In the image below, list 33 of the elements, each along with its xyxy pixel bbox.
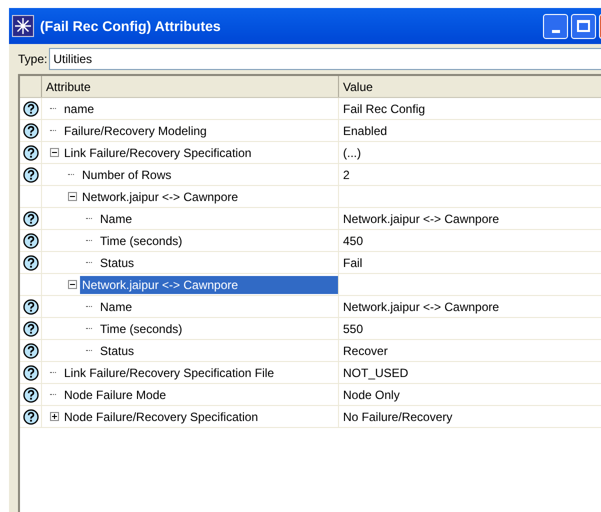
- attribute-label[interactable]: Network.jaipur <-> Cawnpore: [80, 276, 338, 294]
- value-text[interactable]: No Failure/Recovery: [343, 408, 452, 426]
- value-text[interactable]: Recover: [343, 342, 388, 360]
- type-field[interactable]: Utilities: [49, 48, 601, 70]
- value-text[interactable]: NOT_USED: [343, 364, 408, 382]
- attribute-label[interactable]: Status: [98, 254, 338, 272]
- value-text[interactable]: Node Only: [343, 386, 400, 404]
- column-header[interactable]: Value: [339, 76, 601, 97]
- value-text[interactable]: 550: [343, 320, 364, 338]
- attribute-label[interactable]: Node Failure/Recovery Specification: [62, 408, 338, 426]
- type-label: Type:: [18, 51, 48, 68]
- attribute-label[interactable]: Status: [98, 342, 338, 360]
- value-text[interactable]: Network.jaipur <-> Cawnpore: [343, 298, 500, 316]
- attribute-label[interactable]: name: [62, 100, 338, 118]
- value-text[interactable]: Enabled: [343, 122, 388, 140]
- column-header[interactable]: Attribute: [42, 76, 339, 97]
- attribute-label[interactable]: Node Failure Mode: [62, 386, 338, 404]
- value-text[interactable]: 2: [343, 166, 350, 184]
- attribute-label[interactable]: Network.jaipur <-> Cawnpore: [80, 188, 338, 206]
- window-title: (Fail Rec Config) Attributes: [40, 16, 222, 36]
- attribute-label[interactable]: Name: [98, 210, 338, 228]
- value-text[interactable]: 450: [343, 232, 364, 250]
- attribute-label[interactable]: Number of Rows: [80, 166, 338, 184]
- value-text[interactable]: (...): [343, 144, 361, 162]
- attribute-label[interactable]: Name: [98, 298, 338, 316]
- value-text[interactable]: Network.jaipur <-> Cawnpore: [343, 210, 500, 228]
- value-text[interactable]: Fail: [343, 254, 362, 272]
- attribute-label[interactable]: Time (seconds): [98, 232, 338, 250]
- attribute-label[interactable]: Time (seconds): [98, 320, 338, 338]
- value-text[interactable]: Fail Rec Config: [343, 100, 426, 118]
- attribute-label[interactable]: Failure/Recovery Modeling: [62, 122, 338, 140]
- attribute-label[interactable]: Link Failure/Recovery Specification: [62, 144, 338, 162]
- attribute-label[interactable]: Link Failure/Recovery Specification File: [62, 364, 338, 382]
